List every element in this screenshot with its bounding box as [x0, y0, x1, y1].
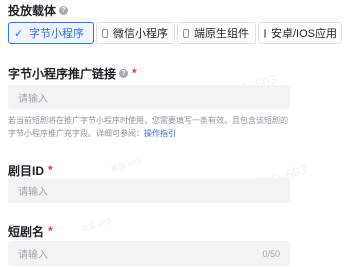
delivery-option-label: 端原生组件 — [194, 28, 249, 40]
checkbox-icon — [102, 28, 108, 38]
drama-name-input-placeholder: 请输入 — [18, 250, 48, 261]
required-mark: * — [48, 163, 53, 177]
link-label-text: 字节小程序推广链接 — [8, 66, 117, 81]
delivery-label: 投放载体 ? — [8, 3, 69, 18]
check-icon: ✓ — [14, 27, 24, 40]
delivery-options: ✓ 字节小程序 微信小程序 端原生组件 安卓/IOS应用 — [8, 22, 342, 44]
drama-name-label: 短剧名 * — [8, 224, 53, 239]
drama-name-label-text: 短剧名 — [8, 224, 45, 239]
delivery-option-wechat-miniapp[interactable]: 微信小程序 — [96, 22, 175, 44]
drama-id-label-text: 剧目ID — [8, 163, 45, 178]
watermark: 赛事 603 — [79, 216, 113, 235]
delivery-option-label: 字节小程序 — [29, 28, 84, 40]
delivery-option-label: 安卓/IOS应用 — [271, 28, 338, 40]
delivery-option-label: 微信小程序 — [113, 28, 168, 40]
link-label: 字节小程序推广链接 ? * — [8, 66, 137, 81]
checkbox-icon — [264, 28, 266, 38]
drama-name-input[interactable]: 请输入 0/50 — [8, 241, 290, 266]
drama-id-input-placeholder: 请输入 — [18, 187, 48, 198]
form-page: 帮助中心-603 帮助中心-603 赛事 603 赛事 603 赛事 603 赛… — [0, 0, 344, 267]
required-mark: * — [48, 224, 53, 238]
link-hint: 若当前短剧将在推广字节小程序时使用，您需要填写一条有效、且包含该短剧的字节小程序… — [8, 114, 293, 140]
required-mark: * — [132, 66, 137, 80]
help-icon[interactable]: ? — [119, 68, 129, 78]
checkbox-icon — [183, 28, 189, 38]
char-counter: 0/50 — [262, 248, 280, 259]
delivery-option-app[interactable]: 安卓/IOS应用 — [258, 22, 342, 44]
drama-id-label: 剧目ID * — [8, 163, 53, 178]
help-icon[interactable]: ? — [59, 5, 69, 15]
delivery-option-native-component[interactable]: 端原生组件 — [177, 22, 256, 44]
link-input[interactable]: 请输入 — [8, 85, 290, 110]
link-input-placeholder: 请输入 — [18, 94, 48, 105]
drama-id-input[interactable]: 请输入 — [8, 178, 290, 203]
delivery-option-bytedance-miniapp[interactable]: ✓ 字节小程序 — [8, 22, 94, 44]
watermark: 赛事 603 — [109, 156, 143, 175]
guide-link[interactable]: 操作指引 — [144, 129, 176, 138]
delivery-label-text: 投放载体 — [8, 3, 57, 18]
